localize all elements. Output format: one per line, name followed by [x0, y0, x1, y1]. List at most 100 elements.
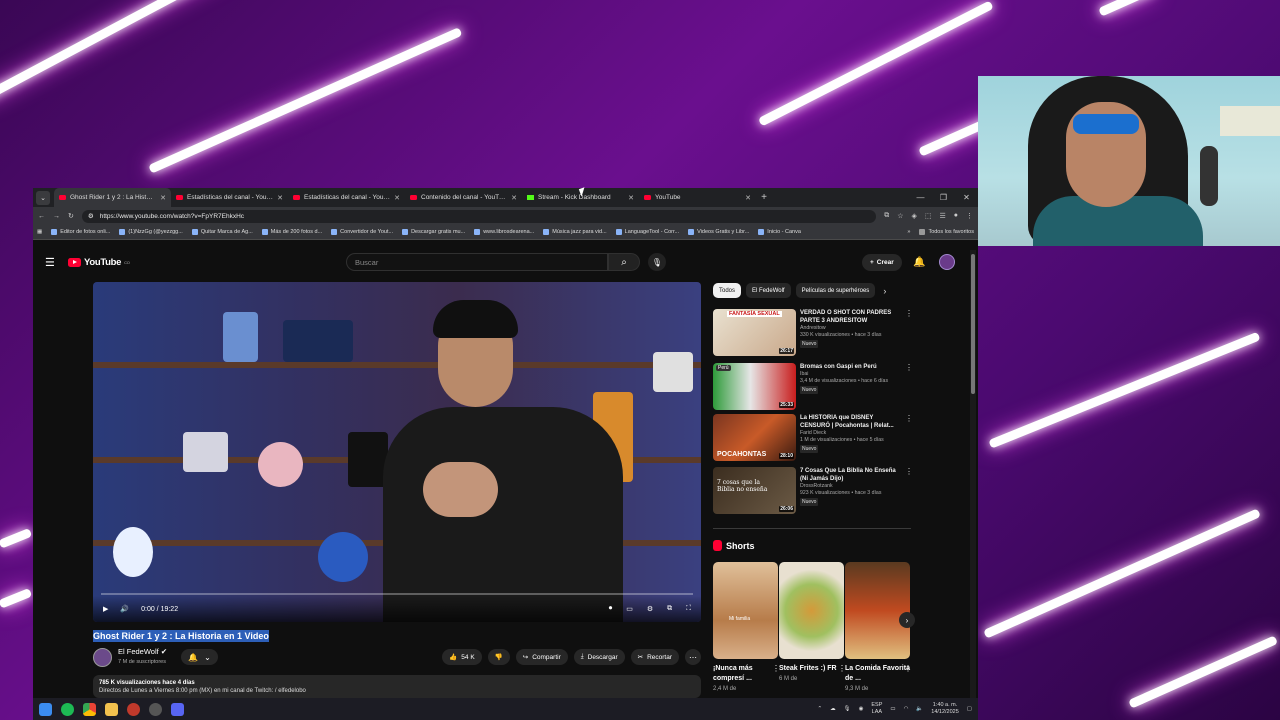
language-indicator[interactable]: ESP LAA [871, 702, 882, 716]
scrollbar-thumb[interactable] [971, 254, 975, 394]
close-icon[interactable]: ✕ [745, 194, 751, 202]
tab-0[interactable]: Ghost Rider 1 y 2 : La Historia e ✕ [54, 188, 171, 207]
apps-grid-icon[interactable]: ▦ [37, 229, 42, 235]
autoplay-toggle-icon[interactable]: ⏺ [609, 605, 613, 613]
volume-icon[interactable]: 🔊 [120, 605, 129, 613]
monitor-icon[interactable]: ▭ [890, 706, 895, 712]
video-player[interactable]: ▶ 🔊 0:00 / 19:22 ⏺ ▭ ⚙ ⧉ ⛶ [93, 282, 701, 622]
download-button[interactable]: ⤓ Descargar [573, 649, 625, 665]
youtube-logo[interactable]: YouTube CO [68, 257, 130, 268]
video-description[interactable]: 785 K visualizaciones hace 4 días Direct… [93, 675, 701, 698]
video-thumbnail[interactable]: 7 cosas que la Biblia no enseña 26:06 [713, 467, 796, 514]
bookmark-item[interactable]: Descargar gratis mu... [402, 229, 465, 235]
bookmark-item[interactable]: Más de 200 fotos d... [261, 229, 322, 235]
more-options-icon[interactable]: ⋮ [905, 363, 913, 372]
chevron-up-icon[interactable]: ⌃ [817, 706, 822, 712]
tab-5[interactable]: YouTube ✕ [639, 188, 756, 207]
obs-icon[interactable] [149, 702, 162, 716]
notifications-bell-icon[interactable]: 🔔 [913, 257, 925, 268]
recommendation-item[interactable]: POCAHONTAS 28:10 La HISTORIA que DISNEY … [713, 414, 913, 462]
all-bookmarks-folder[interactable]: Todos los favoritos [919, 229, 974, 235]
create-button[interactable]: + Crear [862, 253, 902, 271]
mic-tray-icon[interactable]: 🎙 [844, 706, 851, 712]
spotify-icon[interactable] [61, 702, 74, 716]
settings-gear-icon[interactable]: ⚙ [647, 605, 653, 613]
profile-icon[interactable]: ● [954, 212, 958, 220]
short-thumbnail[interactable] [845, 562, 910, 659]
page-scrollbar[interactable] [970, 250, 976, 698]
recommendation-item[interactable]: 7 cosas que la Biblia no enseña 26:06 7 … [713, 467, 913, 515]
maximize-icon[interactable]: ❐ [932, 193, 955, 202]
dislike-button[interactable]: 👎 [487, 649, 510, 665]
search-button[interactable]: ⌕ [608, 253, 640, 271]
puzzle-icon[interactable]: ⬚ [925, 212, 932, 220]
share-button[interactable]: ↪ Compartir [515, 649, 568, 665]
more-actions-button[interactable]: ⋯ [685, 649, 701, 665]
reload-icon[interactable]: ↻ [68, 212, 74, 220]
bookmark-item[interactable]: Editor de fotos onli... [51, 229, 110, 235]
video-thumbnail[interactable]: POCAHONTAS 28:10 [713, 414, 796, 461]
more-options-icon[interactable]: ⋮ [904, 664, 912, 674]
new-tab-button[interactable]: + [756, 192, 772, 203]
speaker-icon[interactable]: 🔈 [916, 706, 923, 712]
discord-icon[interactable] [171, 702, 184, 716]
bookmark-item[interactable]: (1)NzzGg (@yezzgg... [119, 229, 183, 235]
bookmark-item[interactable]: www.librosdearena... [474, 229, 534, 235]
like-button[interactable]: 👍 54 K [442, 649, 482, 665]
close-icon[interactable]: ✕ [511, 194, 517, 202]
video-thumbnail[interactable]: FANTASÍA SEXUAL 26:17 [713, 309, 796, 356]
video-progress-bar[interactable] [101, 593, 693, 595]
steam-icon[interactable]: ◉ [859, 706, 864, 712]
play-icon[interactable]: ▶ [103, 605, 108, 613]
extension-icon[interactable]: ◈ [911, 212, 916, 220]
close-icon[interactable]: ✕ [628, 194, 634, 202]
bookmark-star-icon[interactable]: ☆ [897, 212, 903, 220]
tab-1[interactable]: Estadísticas del canal - YouTube ✕ [171, 188, 288, 207]
recorder-icon[interactable] [127, 702, 140, 716]
subtitles-icon[interactable]: ▭ [626, 605, 633, 613]
file-explorer-icon[interactable] [105, 702, 118, 716]
clock[interactable]: 1:40 a. m. 14/12/2025 [931, 702, 959, 716]
channel-name[interactable]: El FedeWolf ✔ [118, 647, 167, 657]
miniplayer-icon[interactable]: ⧉ [667, 605, 672, 613]
back-icon[interactable]: ← [38, 213, 45, 220]
menu-kebab-icon[interactable]: ⋮ [966, 212, 973, 220]
bookmark-item[interactable]: Música jazz para vid... [543, 229, 607, 235]
bookmark-item[interactable]: LanguageTool - Corr... [615, 229, 679, 235]
site-info-icon[interactable]: ⚙ [88, 212, 94, 220]
fullscreen-icon[interactable]: ⛶ [686, 605, 691, 613]
bookmark-item[interactable]: Inicio - Canva [758, 229, 801, 235]
bookmark-item[interactable]: Videos Gratis y Libr... [688, 229, 749, 235]
short-thumbnail[interactable] [779, 562, 844, 659]
search-input[interactable]: Buscar [346, 253, 608, 271]
bookmark-item[interactable]: Convertidor de Yout... [331, 229, 393, 235]
tab-3[interactable]: Contenido del canal - YouTube ✕ [405, 188, 522, 207]
channel-avatar[interactable] [93, 647, 112, 667]
reading-list-icon[interactable]: ☰ [939, 212, 945, 220]
notification-center-icon[interactable]: ▢ [967, 706, 972, 712]
more-options-icon[interactable]: ⋮ [905, 309, 913, 318]
windows-start-icon[interactable] [39, 702, 52, 716]
menu-icon[interactable]: ☰ [45, 256, 55, 269]
onedrive-icon[interactable]: ☁ [830, 706, 836, 712]
voice-search-button[interactable]: 🎙 [648, 253, 666, 271]
clip-button[interactable]: ✂ Recortar [630, 649, 679, 665]
recommendation-item[interactable]: Perú 25:33 Bromas con Gaspi en Perú Ibai… [713, 363, 913, 411]
chrome-icon[interactable] [83, 702, 96, 716]
close-icon[interactable]: ✕ [277, 194, 283, 202]
forward-icon[interactable]: → [53, 213, 60, 220]
chip-all[interactable]: Todos [713, 283, 742, 298]
short-thumbnail[interactable]: Mi familia [713, 562, 778, 659]
chevron-right-icon[interactable]: › [883, 286, 886, 296]
video-thumbnail[interactable]: Perú 25:33 [713, 363, 796, 410]
chevron-right-icon[interactable]: › [899, 612, 915, 628]
minimize-icon[interactable]: — [909, 193, 932, 202]
more-options-icon[interactable]: ⋮ [905, 467, 913, 476]
tab-2[interactable]: Estadísticas del canal - YouTube ✕ [288, 188, 405, 207]
tab-search-button[interactable]: ⌄ [36, 190, 50, 205]
close-icon[interactable]: ✕ [394, 194, 400, 202]
close-icon[interactable]: ✕ [160, 194, 166, 202]
bookmark-item[interactable]: Quitar Marca de Ag... [191, 229, 253, 235]
close-window-icon[interactable]: ✕ [955, 193, 978, 202]
account-avatar[interactable] [939, 254, 955, 270]
